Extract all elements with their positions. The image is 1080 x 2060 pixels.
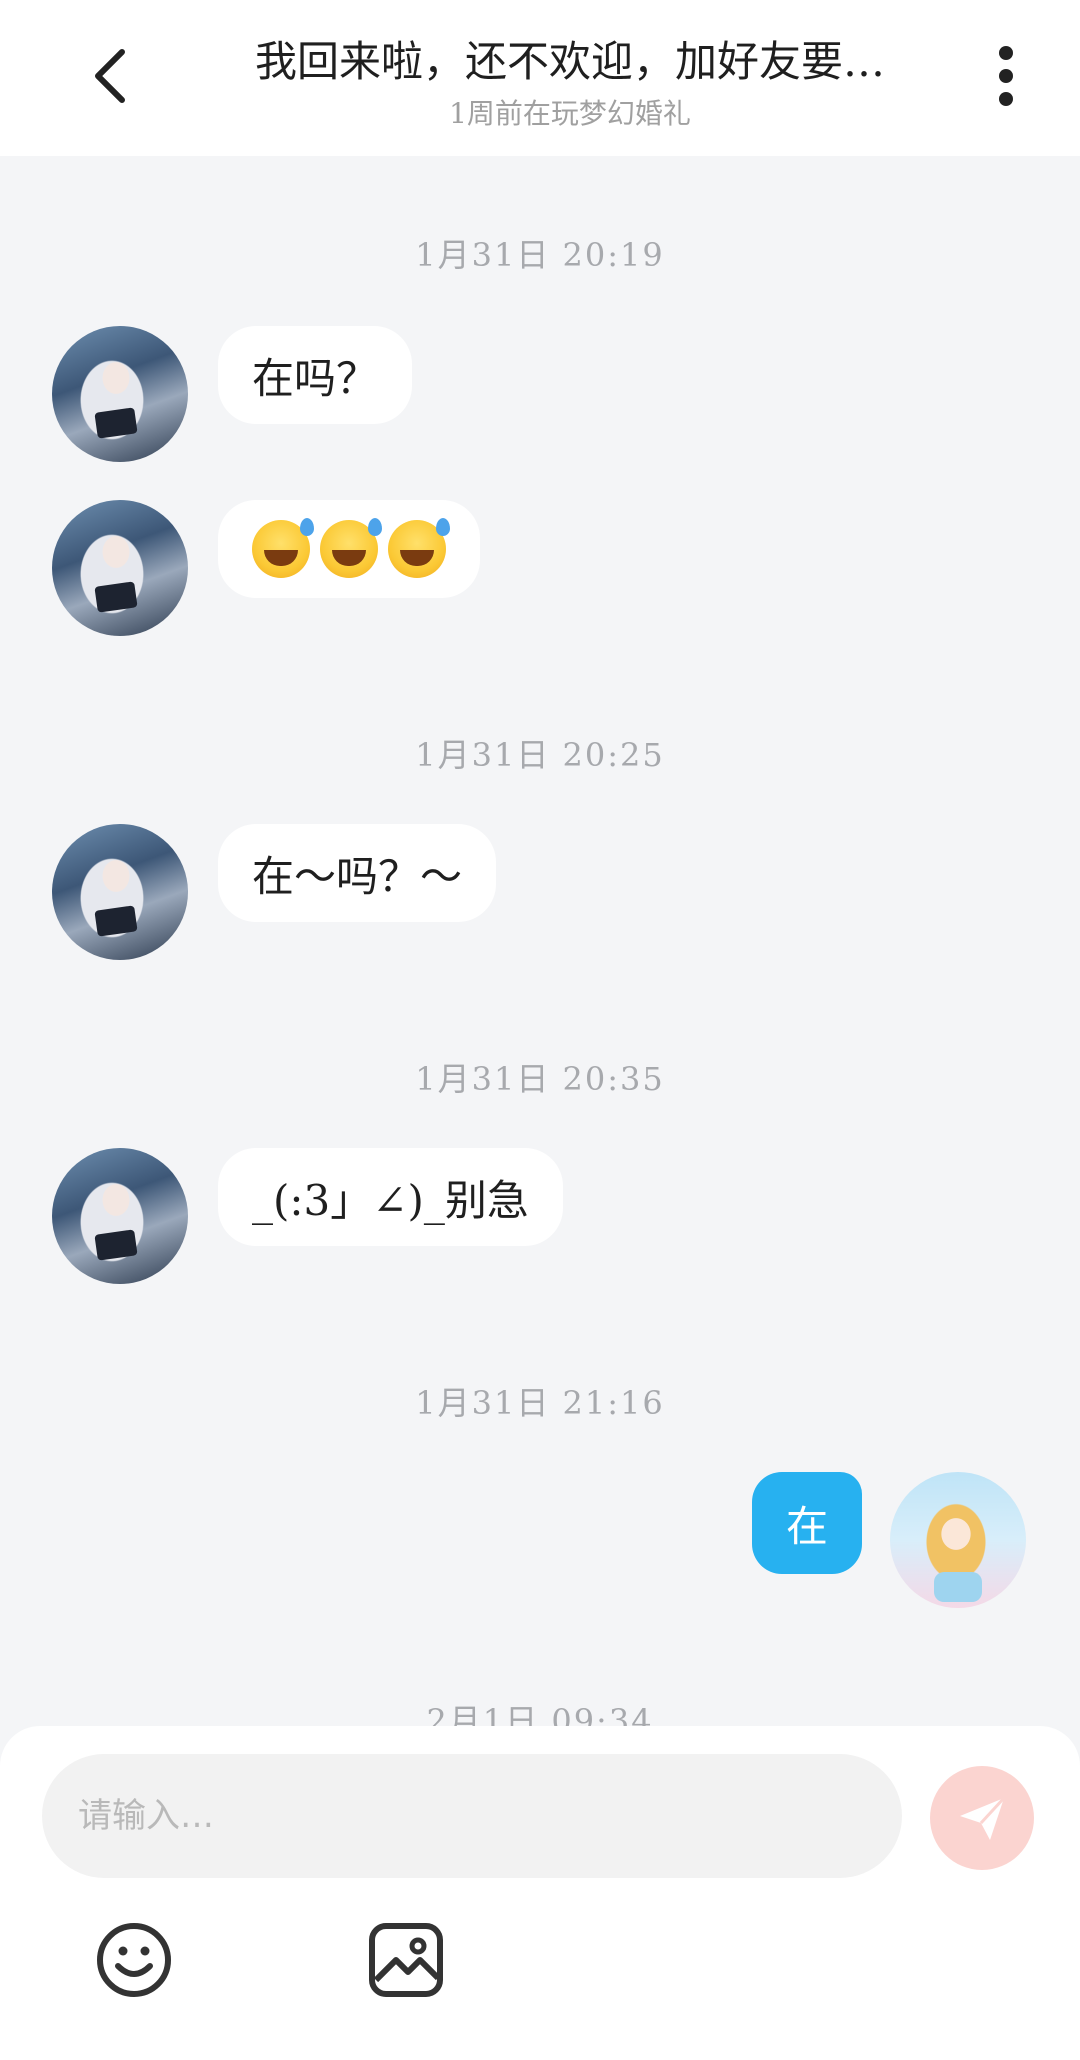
contact-avatar[interactable]	[52, 1148, 188, 1284]
chevron-left-icon	[95, 49, 125, 103]
message-bubble-incoming[interactable]	[218, 500, 480, 598]
more-dot	[999, 92, 1013, 106]
send-plane-icon	[960, 1796, 1006, 1840]
contact-avatar[interactable]	[52, 500, 188, 636]
timestamp: 1月31日 21:16	[415, 1384, 665, 1422]
message-input[interactable]	[42, 1754, 902, 1878]
more-dot	[999, 69, 1013, 83]
message-list[interactable]: 1月31日 20:19 在吗？ 1月31日 20:25 在～吗？～ 1月31日 …	[0, 156, 1080, 1726]
grinning-sweat-emoji-icon	[388, 518, 450, 578]
contact-avatar[interactable]	[52, 326, 188, 462]
contact-avatar[interactable]	[52, 824, 188, 960]
message-bubble-incoming[interactable]: _(:3」∠)_别急	[218, 1148, 563, 1246]
chat-subtitle: 1周前在玩梦幻婚礼	[449, 97, 691, 130]
image-button[interactable]	[364, 1918, 448, 2002]
image-icon	[369, 1923, 443, 1997]
emoji-button[interactable]	[92, 1918, 176, 2002]
message-bubble-incoming[interactable]: 在吗？	[218, 326, 413, 424]
message-bubble-incoming[interactable]: 在～吗？～	[218, 824, 497, 922]
more-vertical-icon	[999, 46, 1013, 60]
back-button[interactable]	[72, 38, 148, 114]
message-composer	[0, 1726, 1080, 2060]
chat-header: 我回来啦，还不欢迎，加好友要… 1周前在玩梦幻婚礼	[0, 0, 1080, 156]
timestamp: 2月1日 09:34	[426, 1702, 654, 1726]
my-avatar[interactable]	[890, 1472, 1026, 1608]
timestamp: 1月31日 20:25	[415, 736, 665, 774]
message-bubble-outgoing[interactable]: 在	[751, 1472, 862, 1574]
grinning-sweat-emoji-icon	[320, 518, 382, 578]
chat-title: 我回来啦，还不欢迎，加好友要…	[254, 37, 885, 86]
timestamp: 1月31日 20:19	[415, 236, 665, 274]
grinning-sweat-emoji-icon	[252, 518, 314, 578]
emoji-icon	[97, 1923, 171, 1997]
timestamp: 1月31日 20:35	[415, 1060, 665, 1098]
more-options-button[interactable]	[976, 40, 1036, 112]
send-button[interactable]	[930, 1766, 1034, 1870]
